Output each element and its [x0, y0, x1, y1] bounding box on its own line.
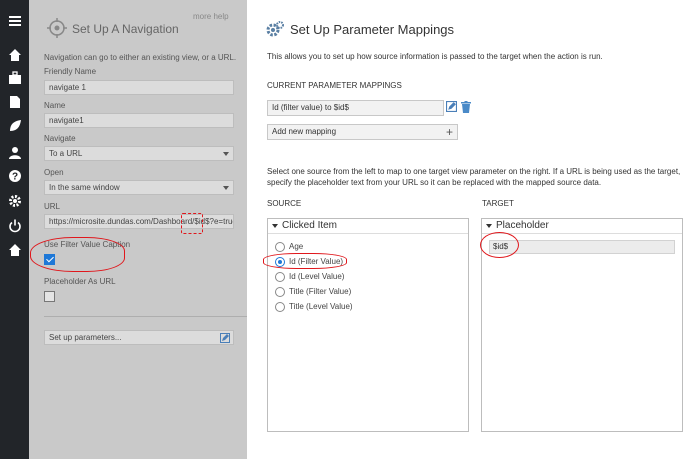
mapping-row[interactable]: Id (filter value) to $id$: [267, 100, 444, 116]
target-label: TARGET: [482, 199, 514, 208]
plus-icon[interactable]: +: [446, 125, 453, 139]
friendly-name-label: Friendly Name: [44, 67, 97, 76]
name-field[interactable]: navigate1: [44, 113, 234, 128]
setup-parameters-field[interactable]: Set up parameters...: [44, 330, 234, 345]
option-label: Title (Filter Value): [289, 287, 352, 296]
navigate-label: Navigate: [44, 134, 76, 143]
source-list: Clicked Item Age Id (Filter Value) Id (L…: [267, 218, 469, 432]
source-group-header[interactable]: Clicked Item: [268, 219, 468, 234]
open-select[interactable]: In the same window: [44, 180, 234, 195]
placeholder-url-checkbox[interactable]: [44, 291, 55, 302]
radio-circle: [275, 302, 285, 312]
source-option-title-filter-value[interactable]: Title (Filter Value): [275, 287, 351, 297]
placeholder-url-label: Placeholder As URL: [44, 277, 116, 286]
gear-icon[interactable]: [7, 193, 22, 208]
parameter-mappings-panel: Set Up Parameter Mappings This allows yo…: [247, 0, 690, 459]
navigate-value: To a URL: [49, 149, 83, 158]
option-label: Title (Level Value): [289, 302, 353, 311]
radio-circle: [275, 272, 285, 282]
setup-parameters-label: Set up parameters...: [49, 333, 122, 342]
annotation-mark: [181, 213, 203, 234]
source-option-id-level-value[interactable]: Id (Level Value): [275, 272, 344, 282]
edit-icon[interactable]: [220, 333, 230, 344]
option-label: Id (Level Value): [289, 272, 345, 281]
chevron-down-icon: [223, 152, 229, 156]
home-icon[interactable]: [7, 47, 22, 62]
panel-title: Set Up A Navigation: [72, 22, 179, 36]
help-link[interactable]: more help: [193, 12, 229, 21]
source-option-title-level-value[interactable]: Title (Level Value): [275, 302, 353, 312]
briefcase-icon[interactable]: [7, 70, 22, 85]
app-root: ? Set Up A Navigation more help Navigati…: [0, 0, 690, 459]
description-text: Navigation can go to either an existing …: [44, 53, 237, 62]
divider: [44, 316, 249, 317]
radio-circle: [275, 242, 285, 252]
open-value: In the same window: [49, 183, 120, 192]
panel-title: Set Up Parameter Mappings: [290, 22, 455, 37]
settings-icon: [265, 20, 285, 40]
target-group-header[interactable]: Placeholder: [482, 219, 682, 234]
menu-icon[interactable]: [7, 13, 22, 28]
annotation-mark: [30, 237, 125, 272]
navigation-panel: Set Up A Navigation more help Navigation…: [29, 0, 249, 459]
leaf-icon[interactable]: [7, 118, 22, 133]
friendly-name-field[interactable]: navigate 1: [44, 80, 234, 95]
annotation-mark: [263, 253, 347, 269]
edit-icon[interactable]: [446, 101, 457, 114]
navigation-icon: [47, 18, 67, 38]
trash-icon[interactable]: [461, 101, 471, 115]
add-mapping-text: Add new mapping: [272, 127, 337, 136]
help-icon[interactable]: ?: [7, 168, 22, 183]
radio-circle: [275, 287, 285, 297]
icon-rail: ?: [0, 0, 29, 459]
name-label: Name: [44, 101, 66, 110]
user-icon[interactable]: [7, 145, 22, 160]
current-mappings-label: CURRENT PARAMETER MAPPINGS: [267, 81, 402, 90]
mapping-text: Id (filter value) to $id$: [272, 103, 349, 112]
chevron-down-icon: [223, 186, 229, 190]
source-label: SOURCE: [267, 199, 302, 208]
annotation-mark: [480, 232, 519, 258]
open-label: Open: [44, 168, 64, 177]
description-text: This allows you to set up how source inf…: [267, 52, 603, 61]
home-icon[interactable]: [7, 242, 22, 257]
navigate-select[interactable]: To a URL: [44, 146, 234, 161]
instructions-text: Select one source from the left to map t…: [267, 167, 681, 187]
power-icon[interactable]: [7, 218, 22, 233]
svg-text:?: ?: [11, 171, 17, 182]
add-mapping-row[interactable]: Add new mapping +: [267, 124, 458, 140]
url-label: URL: [44, 202, 61, 211]
url-field[interactable]: https://microsite.dundas.com/Dashboard/$…: [44, 214, 234, 229]
option-label: Age: [289, 242, 304, 251]
source-option-age[interactable]: Age: [275, 242, 303, 252]
document-icon[interactable]: [7, 94, 22, 109]
